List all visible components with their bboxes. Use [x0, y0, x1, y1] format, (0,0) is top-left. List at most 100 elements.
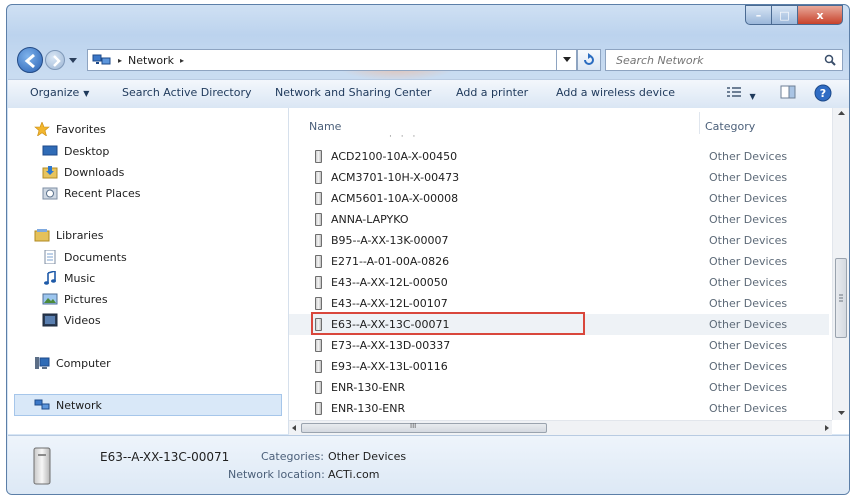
- list-item[interactable]: E93--A-XX-13L-00116 Other Devices: [289, 356, 829, 377]
- scroll-up-icon[interactable]: [833, 108, 850, 118]
- libraries-icon: [34, 229, 50, 242]
- pictures-icon: [42, 293, 58, 305]
- grip-label: III: [410, 422, 417, 430]
- minimize-button[interactable]: –: [745, 5, 771, 25]
- search-icon[interactable]: [824, 54, 836, 66]
- recent-places-icon: [42, 187, 58, 200]
- device-icon: [315, 255, 322, 268]
- scroll-down-icon[interactable]: [833, 408, 850, 418]
- organize-button[interactable]: Organize ▼: [30, 86, 89, 99]
- list-item[interactable]: ACM3701-10H-X-00473 Other Devices: [289, 167, 829, 188]
- categories-label: Categories:: [261, 450, 324, 463]
- device-icon: [315, 402, 322, 415]
- list-item[interactable]: ENR-130-ENR Other Devices: [289, 398, 829, 419]
- scrollbar-thumb[interactable]: [835, 258, 847, 338]
- search-active-directory-button[interactable]: Search Active Directory: [122, 86, 252, 99]
- device-icon: [315, 381, 322, 394]
- preview-pane-icon: [780, 85, 796, 99]
- close-button[interactable]: x: [797, 5, 843, 25]
- grip-icon: [839, 294, 843, 302]
- scroll-left-icon[interactable]: [289, 421, 299, 435]
- list-item[interactable]: ACM5601-10A-X-00008 Other Devices: [289, 188, 829, 209]
- view-list-icon: [727, 87, 741, 97]
- breadcrumb-separator[interactable]: ▸: [180, 56, 184, 65]
- address-dropdown-button[interactable]: [557, 49, 577, 71]
- horizontal-scrollbar[interactable]: III: [289, 420, 832, 435]
- documents-icon: [44, 250, 56, 264]
- list-item[interactable]: E271--A-01-00A-0826 Other Devices: [289, 251, 829, 272]
- sidebar-item-favorites[interactable]: Favorites: [34, 122, 106, 136]
- list-item[interactable]: E43--A-XX-12L-00107 Other Devices: [289, 293, 829, 314]
- device-icon: [315, 192, 322, 205]
- maximize-button[interactable]: □: [771, 5, 797, 25]
- file-list: Name Category · · · ACD2100-10A-X-00450 O…: [289, 108, 850, 435]
- details-item-name: E63--A-XX-13C-00071: [100, 450, 230, 464]
- chevron-down-icon: ▼: [83, 89, 90, 98]
- sidebar-item-desktop[interactable]: Desktop: [42, 144, 109, 158]
- device-icon: [315, 276, 322, 289]
- device-icon: [315, 339, 322, 352]
- device-icon: [315, 171, 322, 184]
- list-item[interactable]: ANNA-LAPYKO Other Devices: [289, 209, 829, 230]
- help-button[interactable]: ?: [814, 84, 832, 105]
- breadcrumb-separator[interactable]: ▸: [118, 56, 122, 65]
- history-dropdown-icon[interactable]: [69, 55, 77, 65]
- arrow-right-icon: [53, 55, 61, 67]
- list-item[interactable]: ACD2100-10A-X-00450 Other Devices: [289, 146, 829, 167]
- chevron-down-icon: [562, 57, 571, 62]
- network-icon: [34, 399, 50, 410]
- svg-text:?: ?: [820, 87, 826, 100]
- search-input[interactable]: [614, 52, 818, 68]
- address-bar[interactable]: ▸ Network ▸: [87, 49, 557, 71]
- desktop-icon: [42, 145, 58, 156]
- breadcrumb-network[interactable]: Network: [128, 54, 174, 67]
- music-icon: [44, 271, 56, 285]
- sidebar-item-downloads[interactable]: Downloads: [42, 165, 124, 179]
- preview-pane-button[interactable]: [780, 85, 796, 102]
- view-options-button[interactable]: ▼: [726, 85, 756, 102]
- sidebar-item-network[interactable]: Network: [34, 398, 102, 412]
- column-header-name[interactable]: Name: [309, 120, 341, 133]
- vertical-scrollbar[interactable]: [832, 108, 850, 420]
- network-location-label: Network location:: [228, 468, 325, 481]
- device-icon: [315, 360, 322, 373]
- sidebar-item-libraries[interactable]: Libraries: [34, 228, 104, 242]
- list-item[interactable]: E43--A-XX-12L-00050 Other Devices: [289, 272, 829, 293]
- star-icon: [34, 122, 50, 136]
- list-item[interactable]: ENR-130-ENR Other Devices: [289, 377, 829, 398]
- sidebar-item-music[interactable]: Music: [42, 271, 95, 285]
- scrollbar-thumb[interactable]: III: [301, 422, 547, 433]
- sidebar-item-pictures[interactable]: Pictures: [42, 292, 108, 306]
- navigation-pane: Favorites Desktop Downloads Recent Place…: [8, 108, 289, 434]
- network-sharing-center-button[interactable]: Network and Sharing Center: [275, 86, 431, 99]
- command-bar: Organize ▼ Search Active Directory Networ…: [8, 79, 849, 109]
- back-button[interactable]: [17, 47, 43, 73]
- forward-button[interactable]: [45, 50, 65, 70]
- add-wireless-device-button[interactable]: Add a wireless device: [556, 86, 675, 99]
- device-icon: [315, 213, 322, 226]
- refresh-icon: [584, 53, 594, 65]
- refresh-button[interactable]: [577, 49, 601, 71]
- sidebar-item-computer[interactable]: Computer: [34, 356, 111, 370]
- add-printer-button[interactable]: Add a printer: [456, 86, 528, 99]
- downloads-folder-icon: [42, 166, 58, 179]
- list-item[interactable]: B95--A-XX-13K-00007 Other Devices: [289, 230, 829, 251]
- list-item[interactable]: E73--A-XX-13D-00337 Other Devices: [289, 335, 829, 356]
- highlight-box: [311, 312, 585, 335]
- search-box[interactable]: [605, 49, 843, 71]
- arrow-left-icon: [24, 53, 35, 69]
- computer-icon: [35, 357, 50, 369]
- scroll-right-icon[interactable]: [822, 421, 832, 435]
- help-icon: ?: [814, 84, 832, 102]
- device-large-icon: [33, 447, 51, 485]
- explorer-window: – □ x ▸ Network ▸ Organize▼ Search Activ…: [6, 4, 850, 495]
- column-header-category[interactable]: Category: [705, 120, 755, 133]
- details-pane: E63--A-XX-13C-00071 Categories: Other De…: [8, 435, 849, 494]
- sidebar-item-recent-places[interactable]: Recent Places: [42, 186, 141, 200]
- categories-value: Other Devices: [328, 450, 407, 463]
- videos-icon: [42, 313, 58, 327]
- sidebar-item-documents[interactable]: Documents: [42, 250, 127, 264]
- sidebar-item-videos[interactable]: Videos: [42, 313, 101, 327]
- network-location-value: ACTi.com: [328, 468, 380, 481]
- device-icon: [315, 234, 322, 247]
